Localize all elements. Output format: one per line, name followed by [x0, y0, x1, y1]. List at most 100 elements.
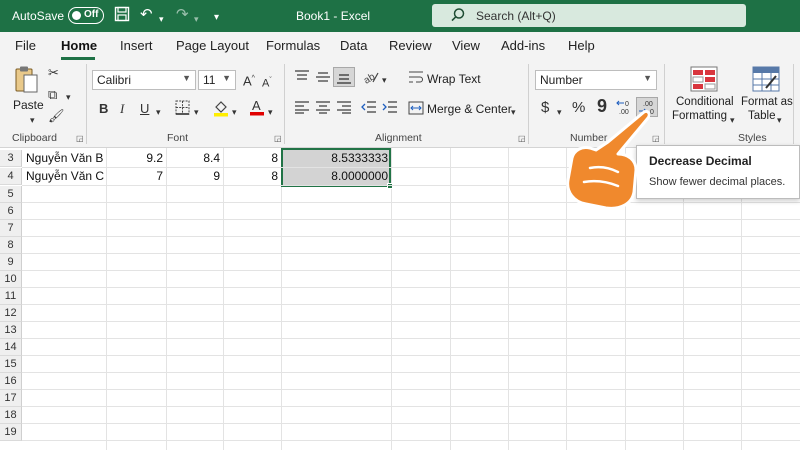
row-header[interactable]: 13	[0, 322, 22, 339]
cell-average[interactable]: 8.5333333	[281, 150, 391, 167]
row-header[interactable]: 14	[0, 339, 22, 356]
autosave-toggle[interactable]: Off	[68, 7, 104, 24]
number-format-select[interactable]: Number ▼	[535, 70, 657, 90]
row-header[interactable]: 8	[0, 237, 22, 254]
font-name-select[interactable]: Calibri ▼	[92, 70, 196, 90]
top-align-icon[interactable]	[294, 69, 310, 89]
tab-home[interactable]: Home	[61, 38, 97, 53]
row-header[interactable]: 9	[0, 254, 22, 271]
merge-dropdown-icon[interactable]: ▾	[511, 104, 516, 120]
clipboard-group-label: Clipboard	[12, 132, 57, 144]
save-icon[interactable]	[114, 6, 130, 27]
cell-value[interactable]: 8	[223, 168, 281, 185]
search-box[interactable]: Search (Alt+Q)	[432, 4, 746, 27]
redo-dropdown-icon[interactable]: ▾	[194, 10, 199, 28]
increase-indent-icon[interactable]	[382, 100, 398, 118]
redo-icon[interactable]: ↷	[176, 6, 189, 24]
align-left-icon[interactable]	[294, 100, 310, 118]
font-color-icon[interactable]: A	[250, 98, 264, 120]
align-right-icon[interactable]	[336, 100, 352, 118]
fill-color-dropdown-icon[interactable]: ▾	[232, 104, 237, 120]
row-header[interactable]: 18	[0, 407, 22, 424]
chevron-down-icon: ▼	[643, 73, 652, 83]
underline-dropdown-icon[interactable]: ▾	[156, 104, 161, 120]
copy-dropdown-icon[interactable]: ▾	[66, 89, 71, 105]
formatting-label[interactable]: Formatting	[672, 110, 727, 122]
format-as-label[interactable]: Format as	[741, 96, 793, 108]
undo-icon[interactable]: ↶	[140, 6, 153, 24]
cell-name[interactable]: Nguyễn Văn C	[26, 168, 106, 185]
conditional-label[interactable]: Conditional	[676, 96, 734, 108]
customize-toolbar-icon[interactable]: ▾	[214, 9, 219, 27]
table-label[interactable]: Table	[748, 110, 776, 122]
format-as-table-icon[interactable]	[752, 66, 780, 96]
orientation-dropdown-icon[interactable]: ▾	[382, 72, 387, 88]
paste-icon[interactable]	[14, 65, 40, 99]
row-header[interactable]: 10	[0, 271, 22, 288]
merge-center-label[interactable]: Merge & Center	[427, 102, 512, 116]
tab-review[interactable]: Review	[389, 38, 432, 53]
row-header[interactable]: 5	[0, 186, 22, 203]
tab-data[interactable]: Data	[340, 38, 367, 53]
cell-value[interactable]: 8	[223, 150, 281, 167]
cell-value[interactable]: 8.4	[166, 150, 223, 167]
tab-page-layout[interactable]: Page Layout	[176, 38, 249, 53]
clipboard-launcher-icon[interactable]: ◲	[76, 134, 84, 143]
currency-button[interactable]: $	[541, 100, 549, 116]
tab-help[interactable]: Help	[568, 38, 595, 53]
alignment-launcher-icon[interactable]: ◲	[518, 134, 526, 143]
column-line	[223, 148, 224, 450]
number-launcher-icon[interactable]: ◲	[652, 134, 660, 143]
row-header[interactable]: 16	[0, 373, 22, 390]
pointing-hand-icon	[566, 110, 650, 210]
row-header[interactable]: 3	[0, 150, 22, 167]
wrap-text-icon[interactable]	[408, 70, 424, 88]
row-header[interactable]: 12	[0, 305, 22, 322]
fill-color-icon[interactable]	[213, 99, 229, 121]
cell-name[interactable]: Nguyễn Văn B	[26, 150, 106, 167]
cell-value[interactable]: 7	[106, 168, 166, 185]
divider	[284, 64, 285, 144]
merge-center-icon[interactable]	[408, 101, 424, 119]
decrease-indent-icon[interactable]	[361, 100, 377, 118]
middle-align-icon[interactable]	[315, 69, 331, 89]
conditional-dropdown-icon[interactable]: ▾	[730, 112, 735, 128]
row-header[interactable]: 11	[0, 288, 22, 305]
bold-button[interactable]: B	[99, 101, 108, 117]
italic-button[interactable]: I	[120, 101, 124, 117]
font-launcher-icon[interactable]: ◲	[274, 134, 282, 143]
row-header[interactable]: 7	[0, 220, 22, 237]
row-header[interactable]: 6	[0, 203, 22, 220]
format-painter-icon[interactable]: 🖌	[48, 108, 65, 124]
row-header[interactable]: 19	[0, 424, 22, 441]
increase-font-size-icon[interactable]: A^	[243, 71, 255, 89]
decrease-font-size-icon[interactable]: Aˇ	[262, 73, 272, 92]
paste-dropdown-icon[interactable]: ▾	[30, 112, 35, 128]
paste-label[interactable]: Paste	[13, 98, 44, 112]
tab-insert[interactable]: Insert	[120, 38, 153, 53]
copy-icon[interactable]: ⧉	[48, 87, 57, 103]
borders-icon[interactable]	[175, 100, 190, 119]
tab-add-ins[interactable]: Add-ins	[501, 38, 545, 53]
borders-dropdown-icon[interactable]: ▾	[194, 104, 199, 120]
tab-formulas[interactable]: Formulas	[266, 38, 320, 53]
font-color-dropdown-icon[interactable]: ▾	[268, 104, 273, 120]
row-header[interactable]: 4	[0, 168, 22, 185]
tab-file[interactable]: File	[15, 38, 36, 53]
cell-average[interactable]: 8.0000000	[281, 168, 391, 185]
bottom-align-icon[interactable]	[333, 67, 355, 87]
underline-button[interactable]: U	[140, 101, 149, 117]
cut-icon[interactable]: ✂	[48, 65, 59, 81]
conditional-formatting-icon[interactable]	[690, 66, 718, 96]
row-header[interactable]: 17	[0, 390, 22, 407]
font-size-select[interactable]: 11 ▼	[198, 70, 236, 90]
cell-value[interactable]: 9.2	[106, 150, 166, 167]
undo-dropdown-icon[interactable]: ▾	[159, 10, 164, 28]
row-header[interactable]: 15	[0, 356, 22, 373]
align-center-icon[interactable]	[315, 100, 331, 118]
cell-value[interactable]: 9	[166, 168, 223, 185]
orientation-icon[interactable]: ab	[362, 68, 380, 90]
format-table-dropdown-icon[interactable]: ▾	[777, 112, 782, 128]
tab-view[interactable]: View	[452, 38, 480, 53]
wrap-text-label[interactable]: Wrap Text	[427, 72, 481, 86]
